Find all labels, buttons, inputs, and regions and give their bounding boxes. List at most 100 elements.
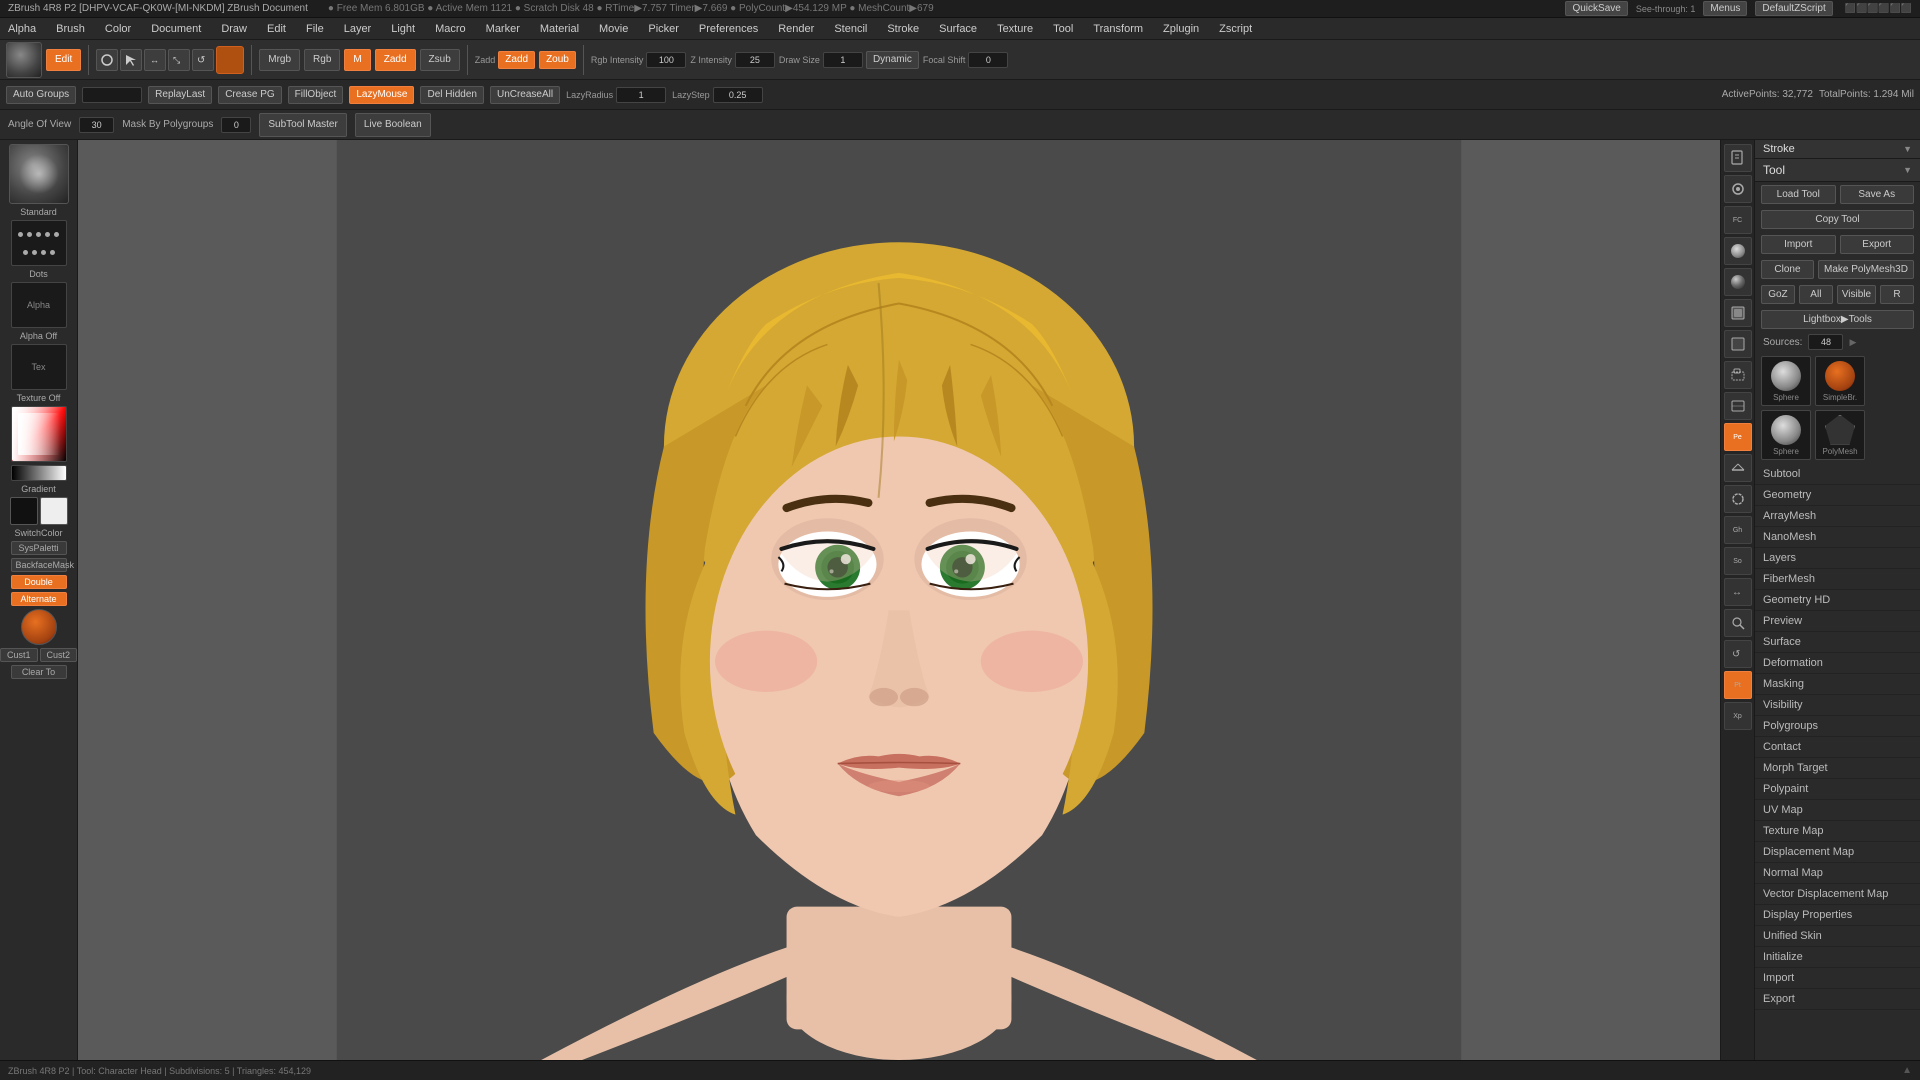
tool-item-layers[interactable]: Layers xyxy=(1755,548,1920,569)
angle-input[interactable] xyxy=(79,117,114,133)
load-tool-btn[interactable]: Load Tool xyxy=(1761,185,1836,204)
backface-mask-btn[interactable]: BackfaceMask xyxy=(11,558,67,572)
brush-preview-icon[interactable] xyxy=(6,42,42,78)
zoom-to-icon[interactable] xyxy=(1724,609,1752,637)
import-btn[interactable]: Import xyxy=(1761,235,1836,254)
lazy-radius-input[interactable] xyxy=(616,87,666,103)
menu-edit[interactable]: Edit xyxy=(263,23,290,35)
tool-preview-poly[interactable]: PolyMesh xyxy=(1815,410,1865,460)
tool-preview-sphere2[interactable]: Sphere xyxy=(1761,410,1811,460)
menu-alpha[interactable]: Alpha xyxy=(4,23,40,35)
ghost-icon[interactable]: Gh xyxy=(1724,516,1752,544)
skin-shading-icon[interactable] xyxy=(1724,237,1752,265)
tool-item-polygroups[interactable]: Polygroups xyxy=(1755,716,1920,737)
new-icon[interactable] xyxy=(1724,144,1752,172)
quicksave-btn[interactable]: QuickSave xyxy=(1565,1,1627,16)
tool-preview-simple[interactable]: SimpleBr. xyxy=(1815,356,1865,406)
live-boolean-btn[interactable]: Live Boolean xyxy=(355,113,431,137)
tool-preview-sphere[interactable]: Sphere xyxy=(1761,356,1811,406)
character-face-svg[interactable] xyxy=(78,140,1720,1060)
lightbox-tools-btn[interactable]: Lightbox▶Tools xyxy=(1761,310,1914,329)
mrgb-btn[interactable]: Mrgb xyxy=(259,49,300,71)
m-btn[interactable]: M xyxy=(344,49,370,71)
solo-icon[interactable]: So xyxy=(1724,547,1752,575)
zsub-val-btn[interactable]: Zoub xyxy=(539,51,576,69)
cust2-btn[interactable]: Cust2 xyxy=(40,648,78,662)
focal-shift-input[interactable] xyxy=(968,52,1008,68)
del-hidden-btn[interactable]: Del Hidden xyxy=(420,86,483,104)
menu-macro[interactable]: Macro xyxy=(431,23,470,35)
draw-tool-icon[interactable] xyxy=(96,49,118,71)
menu-transform[interactable]: Transform xyxy=(1089,23,1147,35)
tool-item-texturemap[interactable]: Texture Map xyxy=(1755,821,1920,842)
zadd-btn[interactable]: Zadd xyxy=(375,49,416,71)
transp-icon[interactable] xyxy=(1724,485,1752,513)
double-btn[interactable]: Double xyxy=(11,575,67,589)
polyt-icon[interactable]: Pt xyxy=(1724,671,1752,699)
tool-item-displayprops[interactable]: Display Properties xyxy=(1755,905,1920,926)
persp-icon[interactable]: Pe xyxy=(1724,423,1752,451)
rotate-icon[interactable]: ↺ xyxy=(1724,640,1752,668)
tool-item-unifiedskin[interactable]: Unified Skin xyxy=(1755,926,1920,947)
zadd-val-btn[interactable]: Zadd xyxy=(498,51,535,69)
fill-object-btn[interactable]: FillObject xyxy=(288,86,344,104)
rgb-btn[interactable]: Rgb xyxy=(304,49,340,71)
menu-texture[interactable]: Texture xyxy=(993,23,1037,35)
defaultzscript-btn[interactable]: DefaultZScript xyxy=(1755,1,1832,16)
tool-item-arraymesh[interactable]: ArrayMesh xyxy=(1755,506,1920,527)
alternate-btn[interactable]: Alternate xyxy=(11,592,67,606)
tool-item-deformation[interactable]: Deformation xyxy=(1755,653,1920,674)
tool-item-polypaint[interactable]: Polypaint xyxy=(1755,779,1920,800)
menu-preferences[interactable]: Preferences xyxy=(695,23,762,35)
brush-swatch[interactable] xyxy=(9,144,69,204)
move-icon[interactable]: ↔ xyxy=(1724,578,1752,606)
menu-render[interactable]: Render xyxy=(774,23,818,35)
texture-preview[interactable]: Tex xyxy=(11,344,67,390)
flat-color-icon[interactable]: FC xyxy=(1724,206,1752,234)
tool-item-preview[interactable]: Preview xyxy=(1755,611,1920,632)
visible-btn[interactable]: Visible xyxy=(1837,285,1876,304)
tool-item-geometry[interactable]: Geometry xyxy=(1755,485,1920,506)
menu-zplugin[interactable]: Zplugin xyxy=(1159,23,1203,35)
tool-item-fibermesh[interactable]: FiberMesh xyxy=(1755,569,1920,590)
tool-item-geometryhd[interactable]: Geometry HD xyxy=(1755,590,1920,611)
edit-btn[interactable]: Edit xyxy=(46,49,81,71)
tool-item-surface[interactable]: Surface xyxy=(1755,632,1920,653)
dots-preview[interactable] xyxy=(11,220,67,266)
color-picker[interactable] xyxy=(11,406,67,462)
color-black-swatch[interactable] xyxy=(10,497,38,525)
longhi-icon[interactable] xyxy=(1724,268,1752,296)
move-tool-icon[interactable]: ↔ xyxy=(144,49,166,71)
z-intensity-input[interactable] xyxy=(735,52,775,68)
menus-btn[interactable]: Menus xyxy=(1703,1,1747,16)
tool-item-vectordispmap[interactable]: Vector Displacement Map xyxy=(1755,884,1920,905)
scale-tool-icon[interactable]: ⤡ xyxy=(168,49,190,71)
export-btn[interactable]: Export xyxy=(1840,235,1915,254)
color-white-swatch[interactable] xyxy=(40,497,68,525)
tool-item-displacementmap[interactable]: Displacement Map xyxy=(1755,842,1920,863)
floor-icon[interactable] xyxy=(1724,454,1752,482)
sys-palette-btn[interactable]: SysPaletti xyxy=(11,541,67,555)
tool-item-subtool[interactable]: Subtool xyxy=(1755,464,1920,485)
xpose-icon[interactable]: Xp xyxy=(1724,702,1752,730)
tool-item-visibility[interactable]: Visibility xyxy=(1755,695,1920,716)
menu-picker[interactable]: Picker xyxy=(644,23,683,35)
menu-light[interactable]: Light xyxy=(387,23,419,35)
brush-settings-icon[interactable] xyxy=(1724,175,1752,203)
lazy-step-input[interactable] xyxy=(713,87,763,103)
un-crease-all-btn[interactable]: UnCreaseAll xyxy=(490,86,560,104)
sources-input[interactable] xyxy=(1808,334,1843,350)
menu-marker[interactable]: Marker xyxy=(482,23,524,35)
crease-pg-btn[interactable]: Crease PG xyxy=(218,86,281,104)
menu-stencil[interactable]: Stencil xyxy=(830,23,871,35)
clear-to-btn[interactable]: Clear To xyxy=(11,665,67,679)
menu-layer[interactable]: Layer xyxy=(340,23,376,35)
tool-item-contact[interactable]: Contact xyxy=(1755,737,1920,758)
menu-stroke[interactable]: Stroke xyxy=(883,23,923,35)
lazy-mouse-btn[interactable]: LazyMouse xyxy=(349,86,414,104)
goz-btn[interactable]: GoZ xyxy=(1761,285,1795,304)
rotate-tool-icon[interactable]: ↺ xyxy=(192,49,214,71)
alpha-preview[interactable]: Alpha xyxy=(11,282,67,328)
auto-groups-input[interactable] xyxy=(82,87,142,103)
copy-tool-btn[interactable]: Copy Tool xyxy=(1761,210,1914,229)
